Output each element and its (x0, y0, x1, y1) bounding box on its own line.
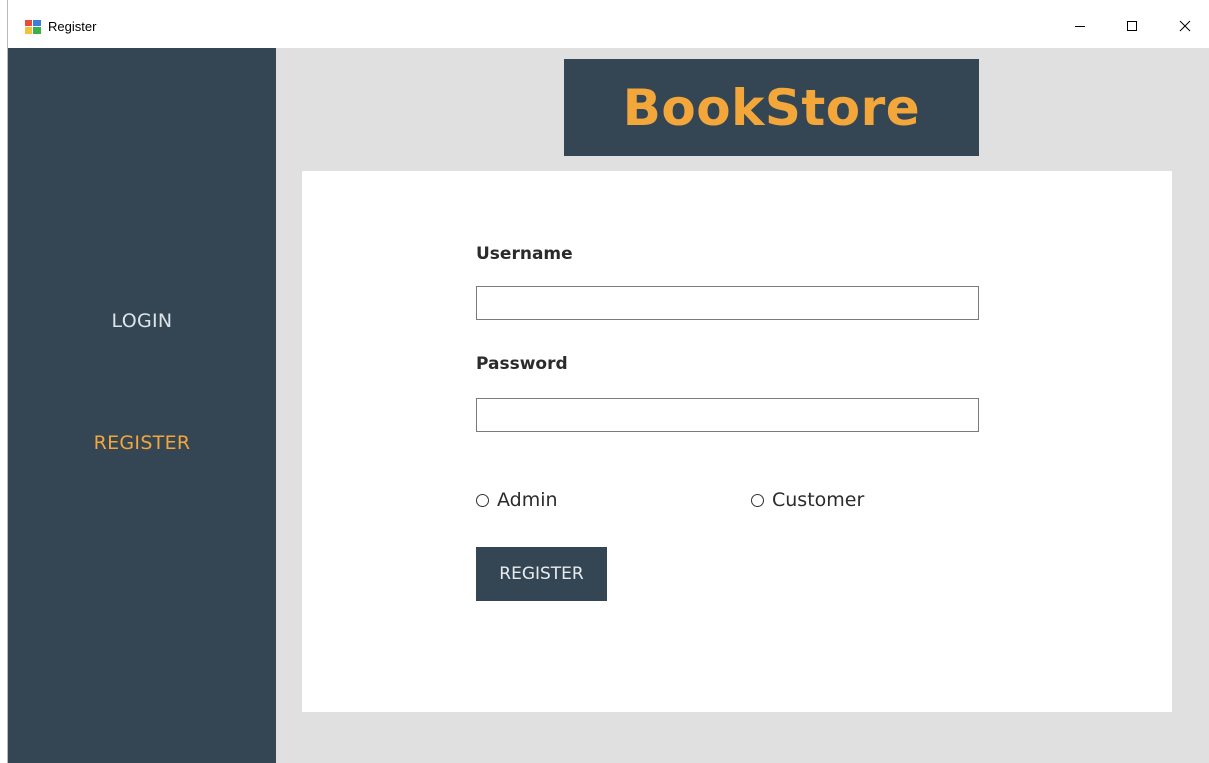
admin-radio[interactable]: Admin (476, 489, 558, 511)
password-input[interactable] (476, 398, 979, 432)
radio-circle-icon (751, 493, 764, 507)
username-input[interactable] (476, 286, 979, 320)
maximize-button[interactable] (1110, 8, 1154, 48)
admin-radio-label: Admin (497, 489, 558, 511)
sidebar-item-login[interactable]: LOGIN (8, 310, 276, 332)
close-icon (1179, 19, 1191, 37)
register-button[interactable]: REGISTER (476, 547, 607, 601)
logo-banner: BookStore (564, 59, 979, 156)
window-title: Register (48, 19, 97, 34)
radio-circle-icon (476, 493, 489, 507)
minimize-button[interactable] (1058, 8, 1102, 48)
register-form: Username Password Admin Customer REGISTE… (302, 171, 1172, 712)
maximize-icon (1126, 19, 1138, 37)
password-label: Password (476, 354, 568, 374)
logo-text: BookStore (622, 78, 921, 137)
username-label: Username (476, 244, 573, 264)
window-left-border (0, 0, 8, 763)
close-button[interactable] (1163, 8, 1207, 48)
title-bar[interactable]: Register (8, 0, 1209, 48)
sidebar-item-register[interactable]: REGISTER (8, 432, 276, 454)
sidebar: LOGIN REGISTER (8, 48, 276, 763)
customer-radio[interactable]: Customer (751, 489, 864, 511)
register-window: Register LOGIN REGISTER BookStore Userna… (0, 0, 1209, 763)
content-area: LOGIN REGISTER BookStore Username Passwo… (8, 48, 1209, 763)
customer-radio-label: Customer (772, 489, 865, 511)
app-icon (25, 20, 41, 34)
minimize-icon (1074, 19, 1086, 37)
